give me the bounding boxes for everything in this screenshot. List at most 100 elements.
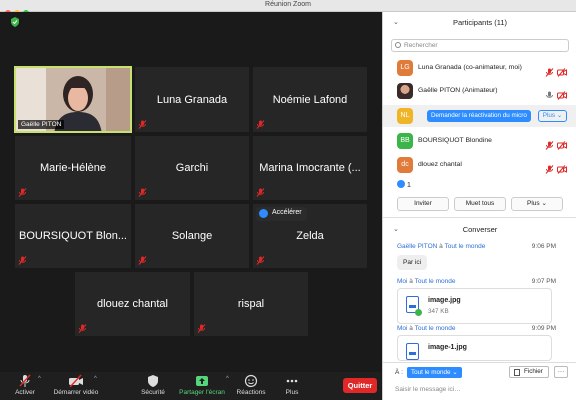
- message-header: Moi à Tout le monde: [397, 278, 455, 285]
- video-off-icon: [557, 68, 567, 77]
- accelerate-label: Accélérer: [272, 209, 302, 216]
- file-name: image-1.jpg: [428, 344, 467, 351]
- muted-mic-icon: [256, 188, 265, 197]
- search-placeholder: Rechercher: [404, 42, 438, 49]
- participant-more-button[interactable]: Plus ⌄: [537, 110, 567, 122]
- raised-hand-count: 1: [397, 180, 411, 189]
- participant-row[interactable]: BB BOURSIQUOT Blondine: [383, 130, 576, 152]
- unmute-button[interactable]: Activer: [8, 374, 42, 396]
- muted-mic-icon: [197, 324, 206, 333]
- message-sender: Gaëlle PITON: [397, 243, 438, 250]
- file-icon: [514, 369, 520, 376]
- muted-mic-icon: [18, 256, 27, 265]
- participant-name: dlouez chantal: [97, 298, 168, 310]
- participant-name: Marina Imocrante (...: [259, 162, 361, 174]
- message-recipient: Tout le monde: [414, 325, 456, 332]
- zoom-window: Réunion Zoom Gaëlle PITON Luna Granada N…: [0, 0, 576, 400]
- message-recipient: Tout le monde: [444, 243, 486, 250]
- message-sender: Moi: [397, 325, 408, 332]
- participant-name: Marie-Hélène: [39, 162, 107, 174]
- avatar: BB: [397, 133, 413, 149]
- message-to-word: à: [439, 243, 443, 250]
- reactions-button[interactable]: Réactions: [234, 374, 268, 396]
- side-panel: ⌄ Participants (11) Rechercher LG Luna G…: [382, 12, 576, 400]
- participants-more-label: Plus: [527, 200, 540, 207]
- avatar: [397, 83, 413, 99]
- check-icon: [415, 309, 422, 316]
- divider: [383, 217, 576, 218]
- video-tile[interactable]: BOURSIQUOT Blon...: [14, 203, 132, 269]
- participant-name: Garchi: [175, 162, 209, 174]
- video-tile[interactable]: Solange: [134, 203, 250, 269]
- share-screen-label: Partager l'écran: [179, 389, 225, 396]
- accelerate-button[interactable]: Accélérer: [256, 207, 307, 221]
- file-button[interactable]: Fichier: [509, 366, 549, 378]
- more-label: Plus: [285, 389, 299, 396]
- participant-status-icons: [542, 137, 567, 155]
- participant-row[interactable]: Gaëlle PITON (Animateur): [383, 80, 576, 102]
- invite-button[interactable]: Inviter: [397, 197, 449, 211]
- video-tile[interactable]: Garchi: [134, 135, 250, 201]
- file-attachment[interactable]: image.jpg 347 KB: [397, 288, 552, 324]
- video-gallery: Gaëlle PITON Luna Granada Noémie Lafond …: [0, 12, 381, 372]
- participant-status-icons: [542, 87, 567, 105]
- participant-search-input[interactable]: Rechercher: [391, 39, 569, 52]
- muted-mic-icon: [138, 188, 147, 197]
- share-options-chevron-icon[interactable]: ^: [226, 376, 229, 382]
- request-unmute-button[interactable]: Demander la réactivation du micro: [427, 110, 531, 122]
- video-tile[interactable]: dlouez chantal: [74, 271, 191, 337]
- video-tile[interactable]: rispal: [193, 271, 309, 337]
- video-tile-active-speaker[interactable]: Gaëlle PITON: [14, 66, 132, 133]
- participant-name: BOURSIQUOT Blon...: [19, 230, 127, 242]
- participants-more-button[interactable]: Plus ⌄: [511, 197, 563, 211]
- more-button[interactable]: Plus: [279, 374, 305, 396]
- file-button-label: Fichier: [524, 368, 543, 375]
- video-tile[interactable]: Marina Imocrante (...: [252, 135, 368, 201]
- audio-options-chevron-icon[interactable]: ^: [38, 376, 41, 382]
- recipient-select[interactable]: Tout le monde ⌄: [407, 367, 462, 378]
- title-bar: Réunion Zoom: [0, 0, 576, 16]
- chat-message-input[interactable]: Saisir le message ici…: [395, 383, 565, 397]
- participant-name: rispal: [237, 298, 265, 310]
- video-off-icon: [557, 91, 567, 100]
- video-tile[interactable]: Marie-Hélène: [14, 135, 132, 201]
- message-sender: Moi: [397, 278, 408, 285]
- chat-more-button[interactable]: ···: [554, 366, 568, 378]
- fast-forward-icon: [259, 209, 268, 218]
- file-name: image.jpg: [428, 297, 461, 304]
- share-screen-icon: [196, 376, 208, 386]
- chat-header: ⌄ Converser: [383, 219, 576, 241]
- mute-all-button[interactable]: Muet tous: [454, 197, 506, 211]
- window-title: Réunion Zoom: [265, 1, 311, 8]
- video-tile[interactable]: Noémie Lafond: [252, 66, 368, 133]
- file-size: 347 KB: [428, 308, 449, 315]
- file-attachment[interactable]: image-1.jpg: [397, 335, 552, 361]
- chat-title: Converser: [462, 225, 498, 234]
- search-icon: [395, 42, 401, 48]
- quit-meeting-button[interactable]: Quitter: [343, 378, 377, 393]
- video-off-icon: [69, 374, 83, 388]
- participant-row[interactable]: LG Luna Granada (co-animateur, moi): [383, 57, 576, 79]
- participant-row[interactable]: dc dlouez chantal: [383, 154, 576, 176]
- collapse-participants-chevron-icon[interactable]: ⌄: [393, 12, 399, 34]
- participant-row-name: BOURSIQUOT Blondine: [418, 137, 492, 144]
- security-button[interactable]: Sécurité: [136, 374, 170, 396]
- participants-title: Participants (11): [452, 18, 508, 27]
- video-options-chevron-icon[interactable]: ^: [94, 376, 97, 382]
- more-dots-icon: [286, 379, 298, 383]
- participant-name: Luna Granada: [156, 93, 228, 106]
- muted-mic-icon: [256, 256, 265, 265]
- participant-status-icons: [542, 161, 567, 179]
- participant-row-name: Luna Granada (co-animateur, moi): [418, 64, 522, 71]
- video-off-icon: [557, 165, 567, 174]
- collapse-chat-chevron-icon[interactable]: ⌄: [393, 219, 399, 241]
- participant-row-name: dlouez chantal: [418, 161, 462, 168]
- muted-mic-icon: [138, 256, 147, 265]
- video-tile[interactable]: Luna Granada: [134, 66, 250, 133]
- share-screen-button[interactable]: Partager l'écran: [176, 374, 228, 396]
- muted-mic-icon: [545, 68, 554, 77]
- message-time: 9:07 PM: [531, 278, 556, 285]
- start-video-label: Démarrer vidéo: [53, 389, 99, 396]
- participant-row[interactable]: NL Demander la réactivation du micro Plu…: [383, 105, 576, 127]
- encryption-shield-icon: [11, 17, 19, 27]
